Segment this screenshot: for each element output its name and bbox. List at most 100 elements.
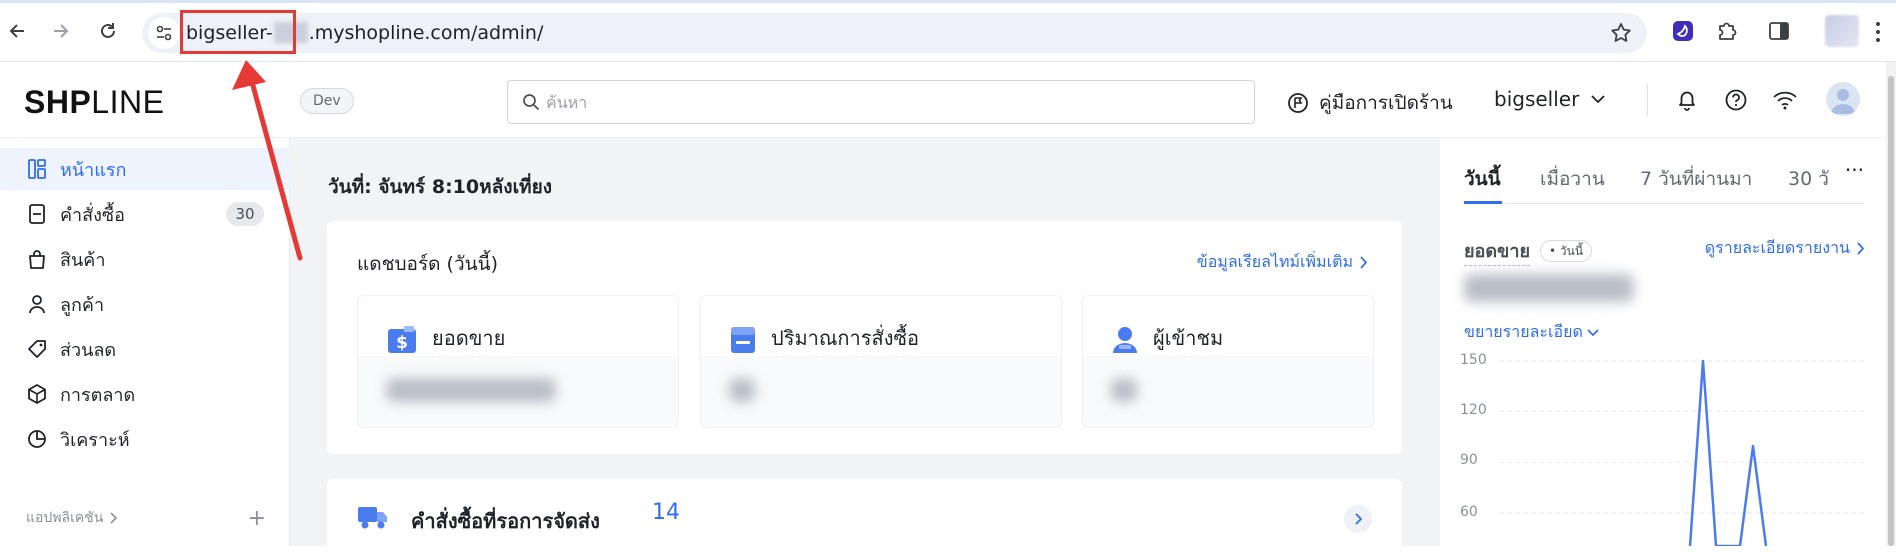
- header-divider: [1647, 84, 1648, 116]
- metric-value-redacted: [729, 378, 755, 402]
- chevron-down-icon: [1587, 328, 1599, 337]
- dashboard-card: แดชบอร์ด (วันนี้) ข้อมูลเรียลไทม์เพิ่มเต…: [327, 221, 1402, 454]
- metric-label: ยอดขาย: [432, 322, 506, 357]
- browser-profile-avatar[interactable]: [1825, 15, 1859, 47]
- sidebar-item-discounts[interactable]: ส่วนลด: [0, 328, 290, 370]
- cube-icon: [26, 383, 48, 405]
- orders-icon: [26, 203, 48, 225]
- chevron-down-icon: [1591, 94, 1605, 104]
- expand-link-label: ขยายรายละเอียด: [1464, 322, 1583, 341]
- tag-icon: [26, 338, 48, 360]
- sales-value-redacted: [1464, 274, 1634, 302]
- main-content: วันที่: จันทร์ 8:10หลังเที่ยง แดชบอร์ด (…: [290, 138, 1440, 559]
- extension-icon[interactable]: [1668, 16, 1698, 46]
- dashboard-icon: [26, 158, 48, 180]
- store-switcher[interactable]: bigseller: [1494, 87, 1605, 111]
- metric-card-orders[interactable]: ปริมาณการสั่งซื้อ: [700, 295, 1062, 428]
- sidebar-item-products[interactable]: สินค้า: [0, 238, 290, 280]
- tab-yesterday[interactable]: เมื่อวาน: [1540, 164, 1605, 194]
- bag-icon: [26, 248, 48, 270]
- view-report-link[interactable]: ดูรายละเอียดรายงาน: [1705, 236, 1864, 261]
- sidebar-item-label: คำสั่งซื้อ: [60, 204, 125, 226]
- store-name: bigseller: [1494, 87, 1580, 111]
- search-box[interactable]: [507, 80, 1255, 124]
- more-tabs-icon[interactable]: ···: [1834, 158, 1864, 194]
- logo-text-sh: SH: [24, 84, 70, 120]
- sidebar-item-home[interactable]: หน้าแรก: [0, 148, 290, 190]
- pie-chart-icon: [26, 428, 48, 450]
- add-app-icon[interactable]: +: [248, 506, 266, 531]
- address-bar[interactable]: bigseller- .myshopline.com/admin/: [142, 13, 1647, 53]
- url-suffix: .myshopline.com/admin/: [308, 22, 544, 44]
- sales-series-line: [1688, 359, 1768, 546]
- tab-last-30-days[interactable]: 30 วั: [1788, 164, 1829, 194]
- browser-toolbar: bigseller- .myshopline.com/admin/: [0, 0, 1896, 62]
- help-icon[interactable]: [1722, 86, 1750, 114]
- sidebar-item-orders[interactable]: คำสั่งซื้อ 30: [0, 193, 290, 235]
- sales-label: ยอดขาย: [1464, 236, 1531, 266]
- pending-shipment-count[interactable]: 14: [652, 500, 680, 525]
- metric-value-redacted: [386, 378, 556, 402]
- orders-count-badge: 30: [226, 202, 264, 226]
- truck-icon: [357, 504, 389, 530]
- metric-card-visitors[interactable]: ผู้เข้าชม: [1082, 295, 1374, 428]
- svg-text:$: $: [396, 333, 408, 353]
- avatar[interactable]: [1826, 82, 1860, 116]
- dollar-card-icon: $: [386, 325, 418, 355]
- search-input[interactable]: [546, 89, 1236, 115]
- site-settings-icon[interactable]: [148, 17, 180, 49]
- wifi-icon[interactable]: [1771, 86, 1799, 114]
- app-header: SHPLINE Dev คู่มือการเปิดร้าน bigseller: [0, 62, 1896, 138]
- realtime-data-link[interactable]: ข้อมูลเรียลไทม์เพิ่มเติม: [1197, 250, 1367, 275]
- apps-label: แอปพลิเคชัน: [26, 510, 104, 526]
- visitor-icon: [1111, 325, 1139, 355]
- chevron-right-icon: [1359, 256, 1367, 269]
- flag-icon: [1287, 92, 1309, 114]
- user-icon: [26, 293, 48, 315]
- sales-summary-row: ยอดขาย • วันนี้ ดูรายละเอียดรายงาน: [1464, 236, 1864, 266]
- store-setup-guide-link[interactable]: คู่มือการเปิดร้าน: [1287, 88, 1453, 118]
- realtime-link-label: ข้อมูลเรียลไทม์เพิ่มเติม: [1196, 252, 1353, 271]
- sidebar-item-label: การตลาด: [60, 384, 136, 406]
- forward-arrow-icon[interactable]: [44, 15, 76, 47]
- expand-details-link[interactable]: ขยายรายละเอียด: [1464, 320, 1599, 345]
- sales-line-chart: 150 120 90 60: [1460, 352, 1870, 546]
- metric-label: ผู้เข้าชม: [1153, 322, 1224, 357]
- tab-today[interactable]: วันนี้: [1464, 164, 1501, 194]
- shopline-logo[interactable]: SHPLINE: [24, 84, 164, 121]
- sidebar-item-label: สินค้า: [60, 249, 106, 271]
- sidebar-item-customers[interactable]: ลูกค้า: [0, 283, 290, 325]
- tab-last-7-days[interactable]: 7 วันที่ผ่านมา: [1640, 164, 1752, 194]
- metric-label: ปริมาณการสั่งซื้อ: [771, 322, 920, 357]
- back-arrow-icon[interactable]: [2, 15, 34, 47]
- sidebar-apps-section[interactable]: แอปพลิเคชัน +: [26, 504, 266, 532]
- bookmark-star-icon[interactable]: [1609, 21, 1633, 45]
- reload-icon[interactable]: [92, 15, 124, 47]
- pending-shipment-card[interactable]: คำสั่งซื้อที่รอการจัดส่ง 14: [327, 479, 1402, 559]
- sidebar-item-label: วิเคราะห์: [60, 429, 130, 451]
- logo-text-line: LINE: [91, 84, 165, 120]
- tab-strip-edge: [0, 0, 1896, 3]
- browser-menu-icon[interactable]: [1873, 18, 1883, 46]
- order-doc-icon: [729, 325, 757, 355]
- search-icon: [522, 93, 540, 111]
- chart-plot: [1500, 359, 1866, 546]
- chevron-right-icon: [1856, 242, 1864, 255]
- current-date: วันที่: จันทร์ 8:10หลังเที่ยง: [328, 176, 552, 198]
- url-highlight-box: [180, 10, 296, 54]
- sidebar-item-analytics[interactable]: วิเคราะห์: [0, 418, 290, 460]
- dashboard-title: แดชบอร์ด (วันนี้): [357, 253, 499, 275]
- today-badge: • วันนี้: [1540, 240, 1593, 262]
- page-scrollbar-thumb[interactable]: [1888, 76, 1894, 546]
- date-range-tabs: วันนี้ เมื่อวาน 7 วันที่ผ่านมา 30 วั ···: [1464, 158, 1864, 204]
- active-tab-indicator: [1464, 201, 1502, 204]
- bell-icon[interactable]: [1673, 86, 1701, 114]
- chevron-right-icon[interactable]: [1344, 505, 1372, 533]
- sidebar-item-marketing[interactable]: การตลาด: [0, 373, 290, 415]
- metric-card-sales[interactable]: $ ยอดขาย: [357, 295, 679, 428]
- sidebar-item-label: หน้าแรก: [60, 159, 127, 181]
- side-panel-icon[interactable]: [1764, 16, 1794, 46]
- sidebar-item-label: ส่วนลด: [60, 339, 117, 361]
- metric-value-redacted: [1111, 378, 1137, 402]
- puzzle-icon[interactable]: [1712, 16, 1742, 46]
